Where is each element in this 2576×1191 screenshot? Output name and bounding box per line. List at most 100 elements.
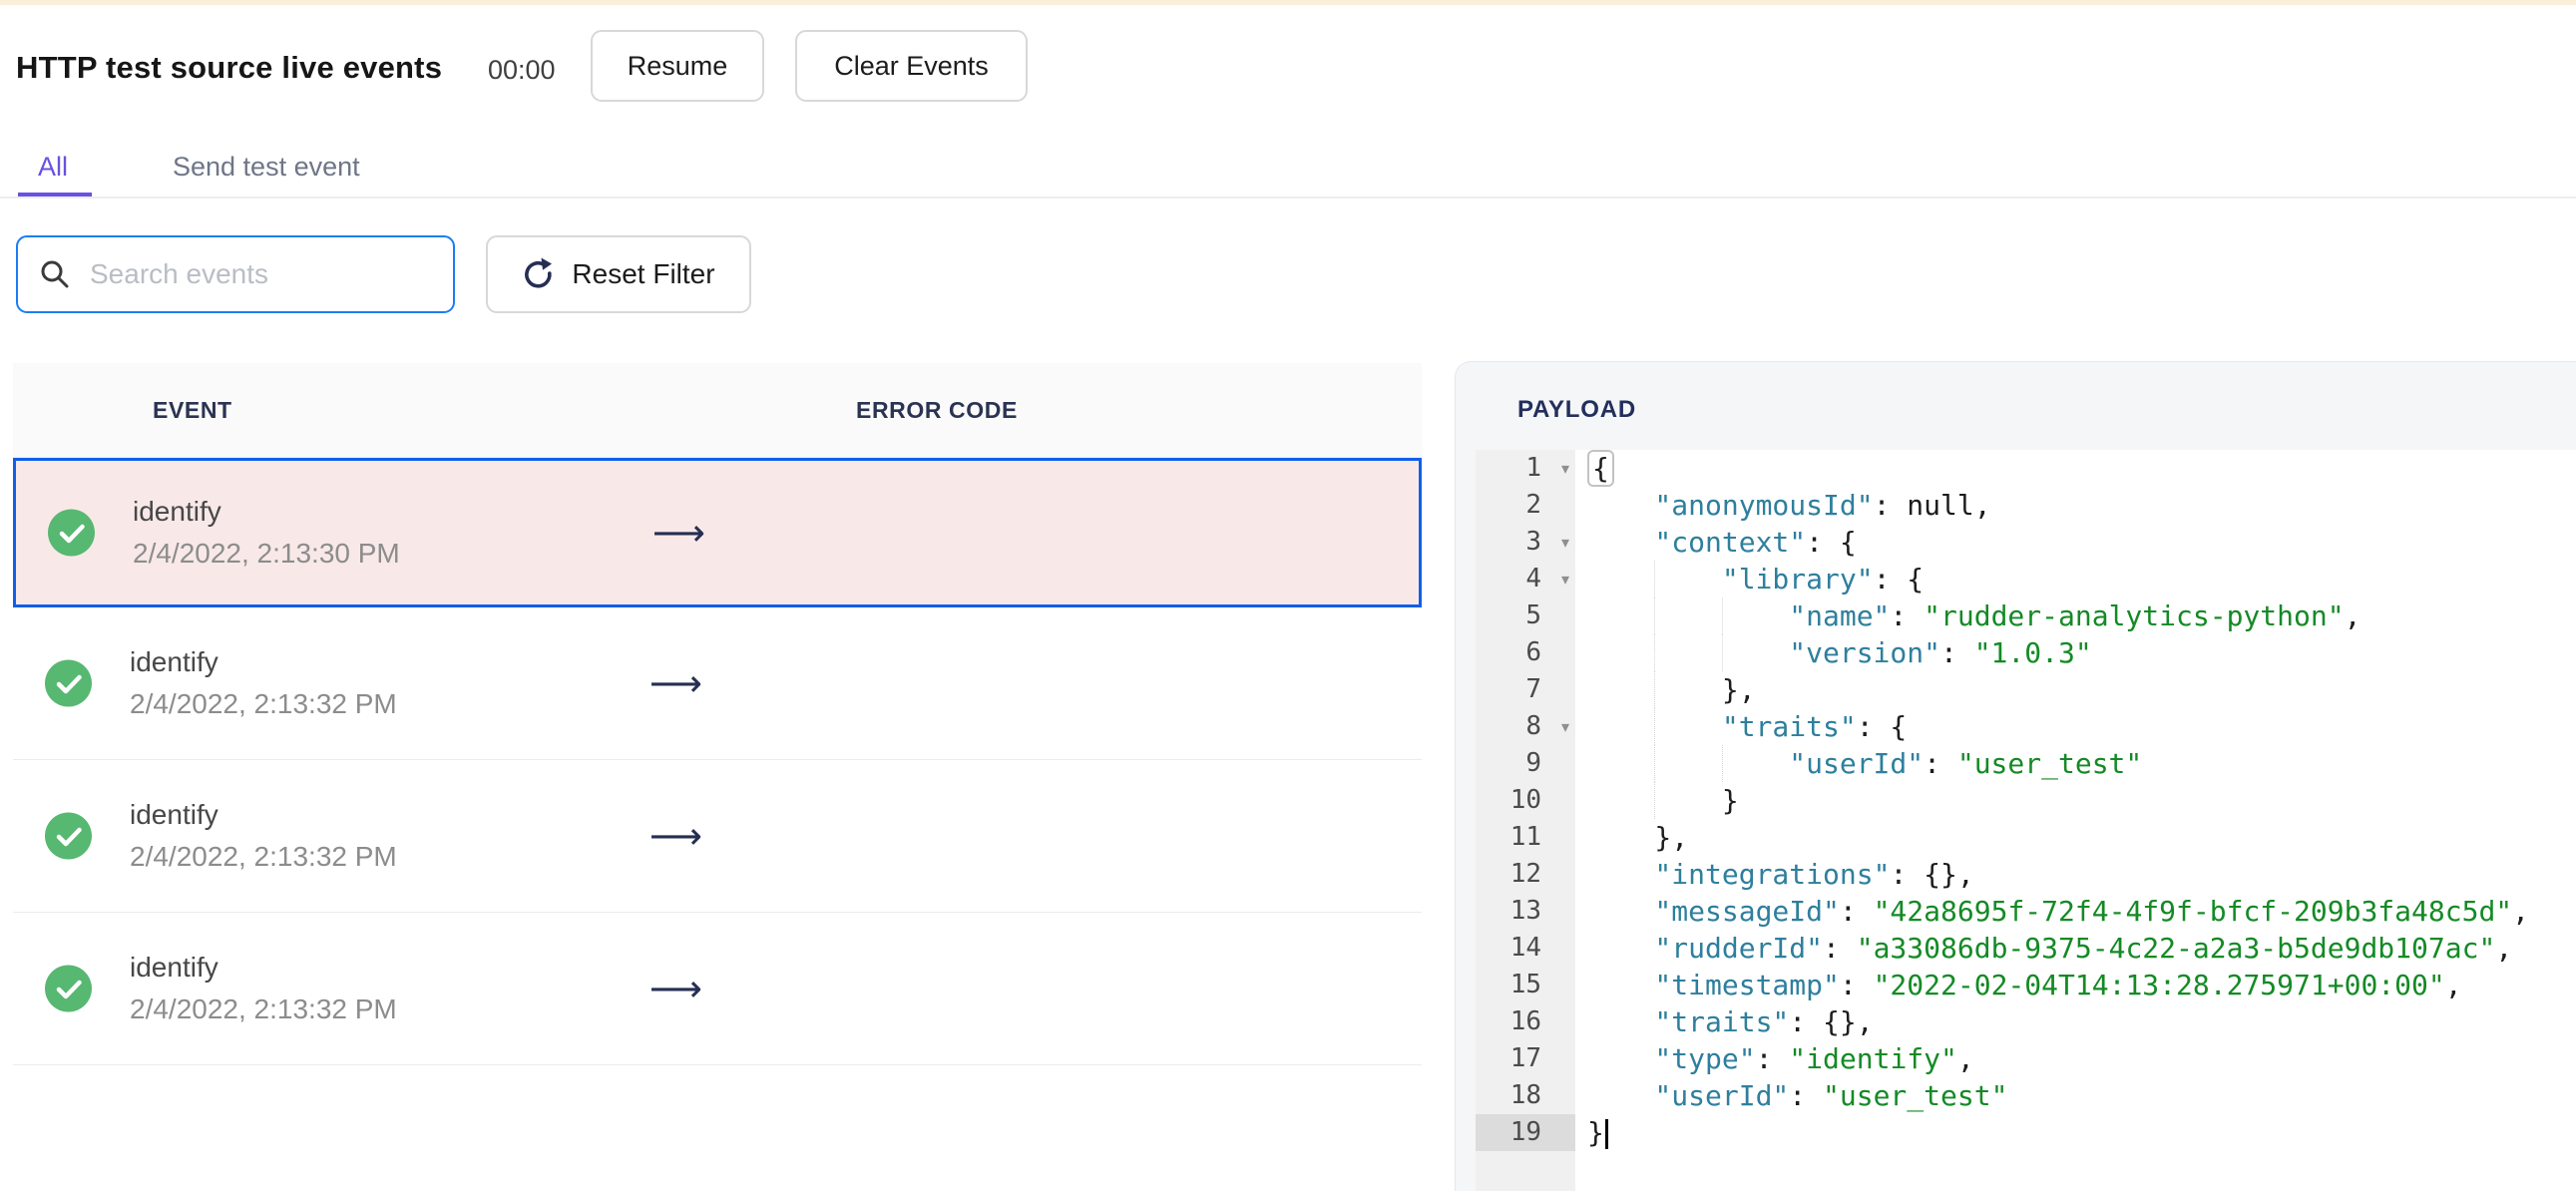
event-row[interactable]: identify 2/4/2022, 2:13:30 PM ⟶ [13, 458, 1422, 607]
code-line: "traits": {}, [1587, 1003, 2576, 1040]
indent-guide [1654, 708, 1721, 745]
line-number: 7 [1525, 674, 1541, 704]
payload-title: PAYLOAD [1517, 396, 1636, 423]
json-string: "1.0.3" [1973, 636, 2092, 669]
code-line: } [1587, 1114, 2576, 1151]
indent-guide [1587, 856, 1654, 893]
json-key: "integrations" [1654, 858, 1891, 891]
json-key: "traits" [1654, 1005, 1790, 1038]
success-check-icon [48, 509, 95, 557]
json-key: "traits" [1721, 710, 1857, 743]
json-key: "library" [1721, 563, 1874, 596]
json-punctuation: { [1587, 450, 1614, 487]
page-title: HTTP test source live events [16, 50, 443, 85]
json-key: "userId" [1654, 1079, 1790, 1112]
json-string: "a33086db-9375-4c22-a2a3-b5de9db107ac" [1856, 932, 2496, 965]
json-string: "2022-02-04T14:13:28.275971+00:00" [1873, 969, 2445, 1001]
line-number: 6 [1525, 637, 1541, 667]
line-number: 14 [1509, 933, 1541, 963]
event-text: identify 2/4/2022, 2:13:32 PM [130, 947, 397, 1030]
event-row[interactable]: identify 2/4/2022, 2:13:32 PM ⟶ [13, 913, 1422, 1065]
payload-panel: PAYLOAD 1 ▾ 2 3 ▾ 4 ▾ 5 6 7 8 ▾ 9 10 11 12 13 14 15 16 17 18 1… [1455, 361, 2576, 1191]
json-key: "timestamp" [1654, 969, 1840, 1001]
fold-toggle-icon[interactable]: ▾ [1561, 561, 1569, 597]
tabs-divider [0, 197, 2576, 198]
indent-guide [1721, 745, 1789, 782]
event-arrow-icon: ⟶ [652, 511, 706, 555]
json-string: "42a8695f-72f4-4f9f-bfcf-209b3fa48c5d" [1873, 895, 2513, 928]
search-icon [38, 257, 72, 291]
line-number: 4 ▾ [1476, 561, 1575, 597]
code-line: "rudderId": "a33086db-9375-4c22-a2a3-b5d… [1587, 930, 2576, 967]
tab-all[interactable]: All [38, 152, 68, 183]
event-row[interactable]: identify 2/4/2022, 2:13:32 PM ⟶ [13, 760, 1422, 913]
indent-guide [1654, 597, 1721, 634]
reset-filter-label: Reset Filter [572, 258, 715, 289]
indent-guide [1587, 782, 1654, 819]
json-punctuation: , [1956, 1042, 1974, 1075]
fold-toggle-icon[interactable]: ▾ [1561, 524, 1569, 561]
json-punctuation: , [2444, 969, 2462, 1001]
fold-toggle-icon[interactable]: ▾ [1561, 708, 1569, 745]
json-key: "userId" [1789, 747, 1925, 780]
event-name: identify [130, 799, 218, 830]
json-punctuation: , [2512, 895, 2530, 928]
indent-guide [1587, 487, 1654, 524]
event-timestamp: 2/4/2022, 2:13:32 PM [130, 688, 397, 719]
tab-send-test-event[interactable]: Send test event [173, 152, 360, 183]
resume-button[interactable]: Resume [591, 30, 764, 102]
indent-guide [1587, 708, 1654, 745]
top-accent-strip [0, 0, 2576, 5]
json-punctuation: : [1789, 1079, 1823, 1112]
line-number: 5 [1525, 600, 1541, 630]
line-number: 2 [1525, 490, 1541, 520]
code-line: "integrations": {}, [1587, 856, 2576, 893]
json-punctuation: , [2495, 932, 2513, 965]
line-number: 1 ▾ [1476, 450, 1575, 487]
line-number: 8 ▾ [1476, 708, 1575, 745]
code-line: }, [1587, 819, 2576, 856]
reset-filter-button[interactable]: Reset Filter [486, 235, 751, 313]
indent-guide [1587, 1077, 1654, 1114]
line-number: 11 [1509, 822, 1541, 852]
event-text: identify 2/4/2022, 2:13:30 PM [133, 491, 400, 575]
line-number: 10 [1509, 785, 1541, 815]
json-punctuation: : { [1806, 526, 1857, 559]
indent-guide [1587, 1040, 1654, 1077]
indent-guide [1721, 634, 1789, 671]
json-punctuation: : {}, [1890, 858, 1974, 891]
json-key: "anonymousId" [1654, 489, 1874, 522]
search-input[interactable] [90, 258, 450, 290]
code-line: "userId": "user_test" [1587, 1077, 2576, 1114]
events-table-header: EVENT ERROR CODE [13, 363, 1422, 458]
clear-events-button[interactable]: Clear Events [795, 30, 1028, 102]
json-punctuation: }, [1721, 673, 1756, 706]
indent-guide [1654, 745, 1721, 782]
event-text: identify 2/4/2022, 2:13:32 PM [130, 794, 397, 878]
text-cursor [1604, 1119, 1608, 1149]
json-punctuation: : {}, [1789, 1005, 1874, 1038]
json-key: "type" [1654, 1042, 1756, 1075]
code-line: "library": { [1587, 561, 2576, 597]
indent-guide [1587, 930, 1654, 967]
json-punctuation: : null, [1873, 489, 1991, 522]
indent-guide [1721, 597, 1789, 634]
line-number: 16 [1509, 1006, 1541, 1036]
success-check-icon [45, 812, 92, 860]
json-punctuation: : [1924, 747, 1957, 780]
search-events-box[interactable] [16, 235, 455, 313]
json-punctuation: : [1839, 895, 1874, 928]
json-string: "identify" [1789, 1042, 1957, 1075]
fold-toggle-icon[interactable]: ▾ [1561, 450, 1569, 487]
indent-guide [1587, 967, 1654, 1003]
json-key: "version" [1789, 636, 1940, 669]
code-line: "traits": { [1587, 708, 2576, 745]
payload-code-editor[interactable]: 1 ▾ 2 3 ▾ 4 ▾ 5 6 7 8 ▾ 9 10 11 12 13 14 15 16 17 18 19 {"anon… [1476, 450, 2576, 1191]
json-punctuation: : [1839, 969, 1874, 1001]
code-lines: {"anonymousId": null, "context": {"librar… [1575, 450, 2576, 1191]
indent-guide [1654, 671, 1721, 708]
event-row[interactable]: identify 2/4/2022, 2:13:32 PM ⟶ [13, 607, 1422, 760]
code-line: "anonymousId": null, [1587, 487, 2576, 524]
line-number: 17 [1509, 1043, 1541, 1073]
code-gutter: 1 ▾ 2 3 ▾ 4 ▾ 5 6 7 8 ▾ 9 10 11 12 13 14 15 16 17 18 19 [1476, 450, 1575, 1191]
